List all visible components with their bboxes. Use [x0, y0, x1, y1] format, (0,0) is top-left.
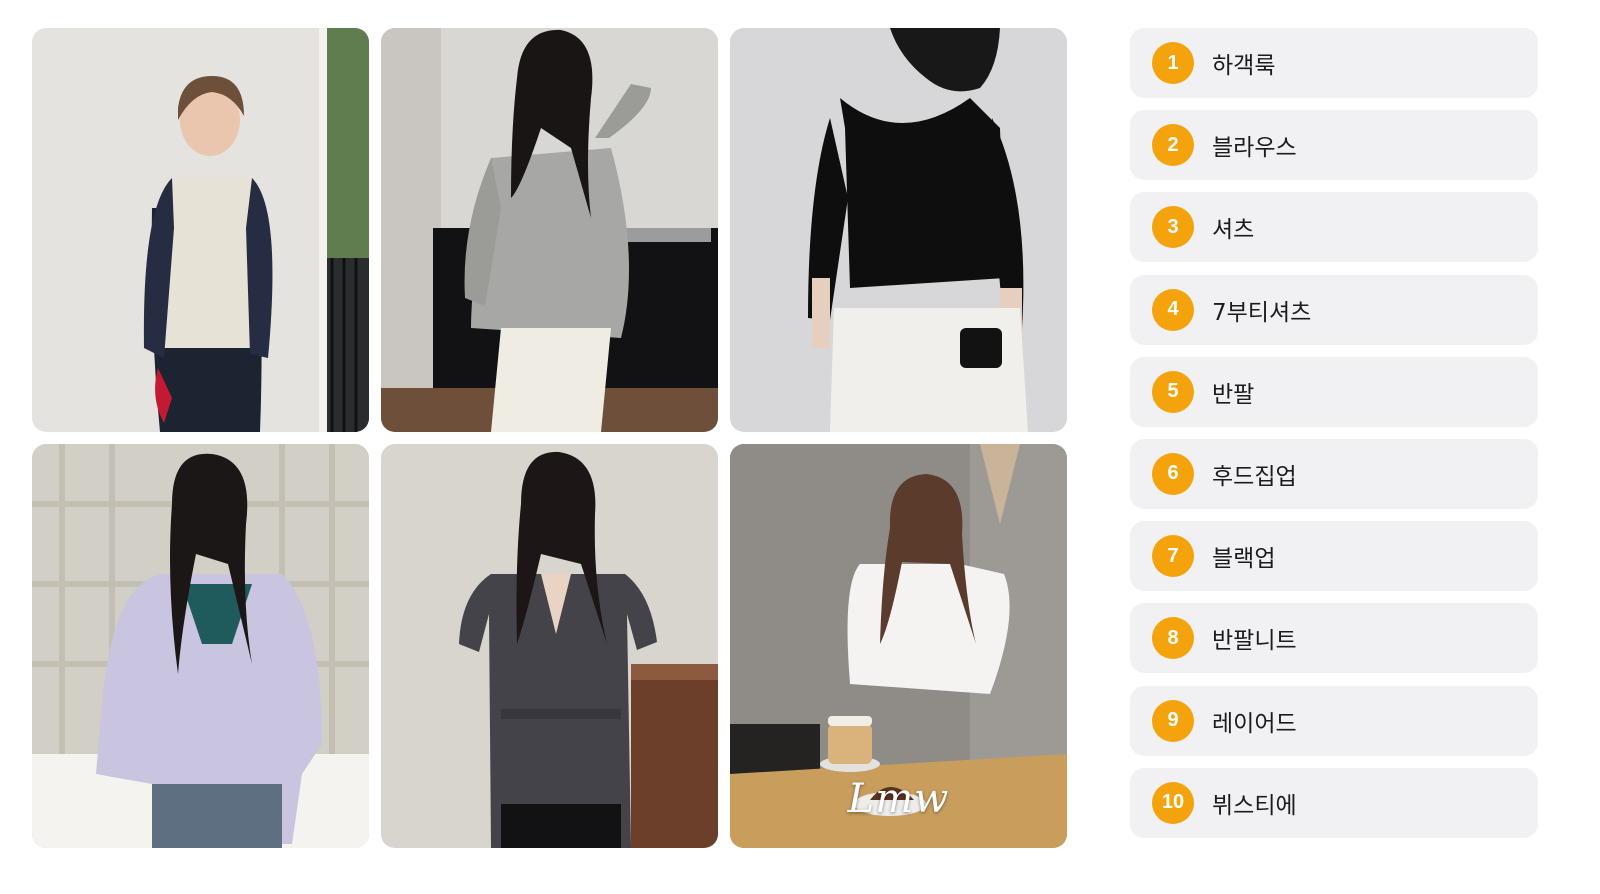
ranking-item-8[interactable]: 8 반팔니트: [1130, 603, 1538, 674]
ranking-item-4[interactable]: 4 7부티셔츠: [1130, 274, 1538, 345]
ranking-item-9[interactable]: 9 레이어드: [1130, 685, 1538, 756]
watermark-logo: Lmw: [847, 776, 950, 822]
ranking-keyword: 후드집업: [1212, 463, 1297, 490]
ranking-keyword: 블랙업: [1212, 546, 1276, 573]
ranking-item-5[interactable]: 5 반팔: [1130, 356, 1538, 427]
rank-badge: 4: [1152, 288, 1194, 331]
photo-striped-blouse[interactable]: [381, 28, 718, 432]
photo-raglan-tee-image: [32, 28, 369, 432]
photo-white-blouse-cafe[interactable]: Lmw: [730, 444, 1067, 848]
ranking-keyword: 하객룩: [1212, 53, 1276, 79]
ranking-item-10[interactable]: 10 뷔스티에: [1130, 767, 1538, 838]
ranking-keyword: 블라우스: [1212, 135, 1297, 162]
ranking-item-1[interactable]: 1 하객룩: [1130, 28, 1538, 98]
keyword-ranking-list: 1 하객룩 2 블라우스 3 셔츠 4 7부티셔츠 5 반팔 6 후드집업 7 …: [1130, 28, 1538, 850]
ranking-item-3[interactable]: 3 셔츠: [1130, 192, 1538, 263]
rank-badge: 7: [1152, 535, 1194, 578]
ranking-keyword: 셔츠: [1212, 217, 1255, 244]
ranking-keyword: 레이어드: [1212, 710, 1297, 737]
ranking-item-2[interactable]: 2 블라우스: [1130, 110, 1538, 181]
rank-badge: 6: [1152, 452, 1194, 495]
ranking-keyword: 뷔스티에: [1212, 792, 1297, 819]
rank-badge: 10: [1152, 781, 1194, 824]
rank-badge: 2: [1152, 124, 1194, 167]
rank-badge: 8: [1152, 617, 1194, 660]
photo-grid: Lmw: [32, 28, 1092, 848]
ranking-item-7[interactable]: 7 블랙업: [1130, 521, 1538, 592]
rank-badge: 3: [1152, 206, 1194, 249]
ranking-keyword: 7부티셔츠: [1212, 299, 1312, 326]
rank-badge: 5: [1152, 370, 1194, 413]
ranking-keyword: 반팔니트: [1212, 628, 1297, 655]
photo-striped-blouse-image: [381, 28, 718, 432]
photo-lavender-knit[interactable]: [32, 444, 369, 848]
photo-charcoal-shirt-image: [381, 444, 718, 848]
rank-badge: 1: [1152, 42, 1194, 84]
photo-black-tee-image: [730, 28, 1067, 432]
rank-badge: 9: [1152, 699, 1194, 742]
photo-charcoal-shirt[interactable]: [381, 444, 718, 848]
photo-raglan-tee[interactable]: [32, 28, 369, 432]
photo-lavender-knit-image: [32, 444, 369, 848]
ranking-keyword: 반팔: [1212, 381, 1255, 408]
photo-black-tee[interactable]: [730, 28, 1067, 432]
ranking-item-6[interactable]: 6 후드집업: [1130, 438, 1538, 509]
